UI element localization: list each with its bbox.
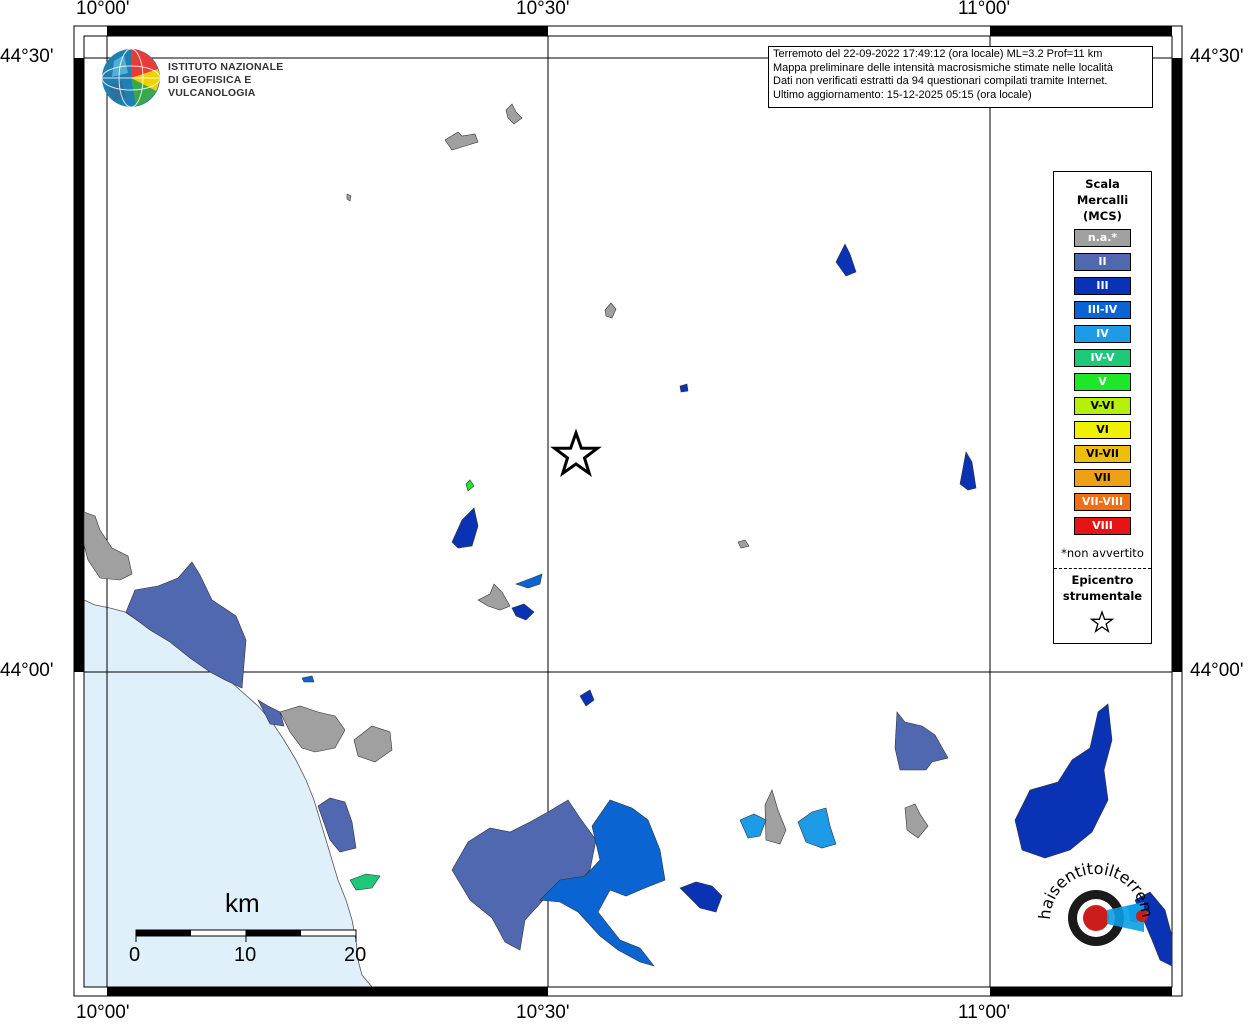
legend-swatch-vi: VI <box>1074 421 1131 439</box>
legend-swatch-ii: II <box>1074 253 1131 271</box>
scale-unit-label: km <box>225 888 260 918</box>
event-info-line: Mappa preliminare delle intensità macros… <box>773 61 1113 74</box>
event-info-line: Ultimo aggiornamento: 15-12-2025 05:15 (… <box>773 88 1032 101</box>
legend-title: Scala Mercalli (MCS) <box>1076 177 1129 223</box>
lon-label-bottom-1030: 10°30' <box>516 1002 570 1023</box>
legend-swatch-iii: III <box>1074 277 1131 295</box>
scale-tick-label: 0 <box>129 944 141 966</box>
legend-swatch-iv: IV <box>1074 325 1131 343</box>
legend-swatch-iii-iv: III-IV <box>1074 301 1131 319</box>
lat-label-left-4430: 44°30' <box>0 46 54 67</box>
legend-note: *non avvertito <box>1061 546 1144 560</box>
event-info-line: Terremoto del 22-09-2022 17:49:12 (ora l… <box>773 48 1103 60</box>
lat-label-right-4430: 44°30' <box>1190 46 1244 67</box>
legend-swatch-vi-vii: VI-VII <box>1074 445 1131 463</box>
lon-label-top-1000: 10°00' <box>76 0 130 19</box>
legend-epicenter-star-icon <box>1090 610 1114 634</box>
lat-label-right-4400: 44°00' <box>1190 660 1244 681</box>
lat-label-left-4400: 44°00' <box>0 660 54 681</box>
mcs-legend: Scala Mercalli (MCS) n.a.* II III III-IV IV I… <box>1053 171 1152 644</box>
legend-swatch-iv-v: IV-V <box>1074 349 1131 367</box>
hai-sentito-target-icon: haisentitoilterremoto.it www <box>1025 835 1157 954</box>
legend-swatch-n-a: n.a.* <box>1074 229 1131 247</box>
legend-swatch-v: V <box>1074 373 1131 391</box>
legend-epicenter-label: Epicentro strumentale <box>1062 573 1143 603</box>
lon-label-top-1100: 11°00' <box>958 0 1011 19</box>
ingv-globe-icon <box>101 48 161 108</box>
legend-swatch-viii: VIII <box>1074 517 1131 535</box>
ingv-logo: ISTITUTO NAZIONALE DI GEOFISICA E VULCAN… <box>100 47 320 109</box>
lon-label-top-1030: 10°30' <box>516 0 570 19</box>
scale-tick-label: 10 <box>234 944 257 966</box>
event-info-line: Dati non verificati estratti da 94 quest… <box>773 75 1108 87</box>
event-info-box: Terremoto del 22-09-2022 17:49:12 (ora l… <box>768 46 1153 108</box>
legend-swatch-vii: VII <box>1074 469 1131 487</box>
ingv-logo-text: ISTITUTO NAZIONALE DI GEOFISICA E VULCAN… <box>168 61 284 99</box>
lon-label-bottom-1000: 10°00' <box>76 1002 130 1023</box>
lon-label-bottom-1100: 11°00' <box>958 1002 1011 1023</box>
scale-tick-label: 20 <box>344 944 367 966</box>
legend-separator <box>1054 568 1151 569</box>
legend-swatch-vii-viii: VII-VIII <box>1074 493 1131 511</box>
legend-swatch-v-vi: V-VI <box>1074 397 1131 415</box>
hai-sentito-logo: haisentitoilterremoto.it www <box>1025 835 1182 980</box>
